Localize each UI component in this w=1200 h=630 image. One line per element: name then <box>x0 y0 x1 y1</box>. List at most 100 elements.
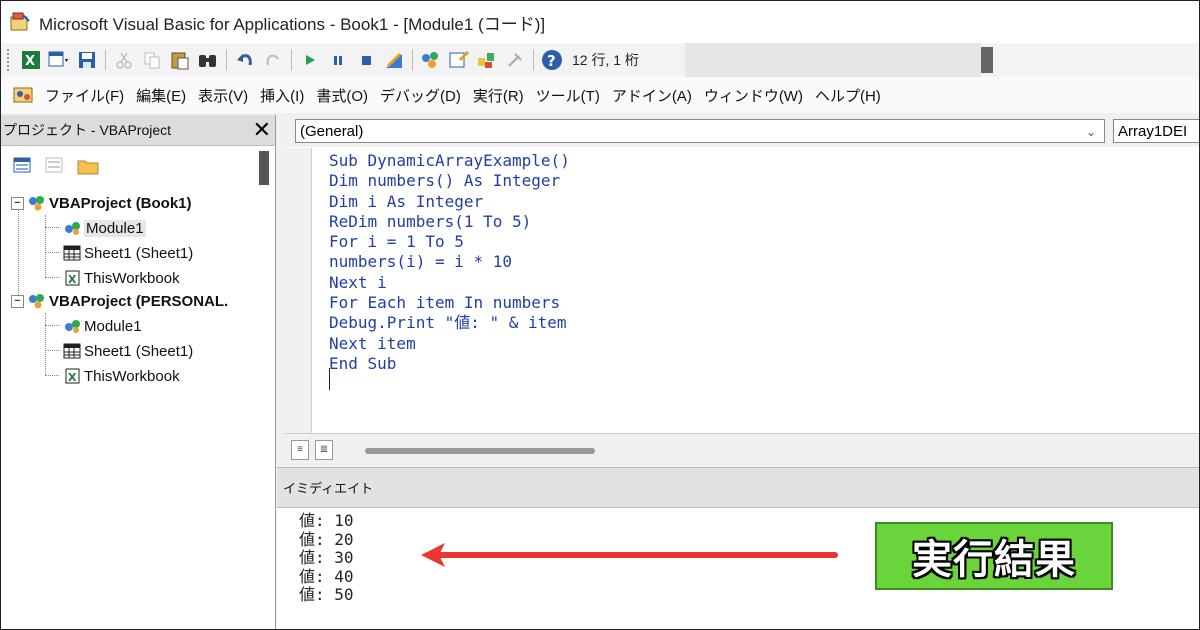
toolbox-icon[interactable] <box>504 49 526 71</box>
output-line: 値: 20 <box>299 529 354 549</box>
toolbar-overflow-dropdown[interactable] <box>259 151 269 185</box>
close-icon[interactable]: ✕ <box>253 117 271 143</box>
procedure-view-icon[interactable]: ≡ <box>291 440 309 460</box>
toggle-folders-icon[interactable] <box>77 157 99 175</box>
menu-format[interactable]: 書式(O) <box>316 85 368 106</box>
undo-icon[interactable] <box>234 49 256 71</box>
title-bar: Microsoft Visual Basic for Applications … <box>1 1 1199 43</box>
vbe-menu-icon[interactable] <box>13 85 35 105</box>
menu-addins[interactable]: アドイン(A) <box>612 85 692 106</box>
chevron-down-icon[interactable]: ⌄ <box>1086 120 1096 144</box>
tree-node-thisworkbook[interactable]: X ThisWorkbook <box>63 364 180 388</box>
module-icon <box>63 220 81 236</box>
toolbar-empty-area <box>685 43 981 77</box>
horizontal-scrollbar[interactable] <box>365 448 595 454</box>
vbaproject-icon <box>28 195 46 211</box>
full-module-view-icon[interactable]: ≣ <box>315 440 333 460</box>
collapse-icon[interactable]: − <box>11 196 24 210</box>
code-editor[interactable]: Sub DynamicArrayExample() Dim numbers() … <box>329 151 570 374</box>
menu-debug[interactable]: デバッグ(D) <box>380 85 461 106</box>
view-object-icon[interactable] <box>45 157 63 173</box>
project-explorer-icon[interactable] <box>420 49 442 71</box>
code-line[interactable]: Dim numbers() As Integer <box>329 171 570 191</box>
excel-icon[interactable]: X <box>20 49 42 71</box>
result-label: 実行結果 <box>912 538 1076 582</box>
toolbar-overflow-dropdown[interactable] <box>981 47 993 73</box>
result-badge: 実行結果 <box>875 522 1113 590</box>
code-line[interactable]: End Sub <box>329 354 570 374</box>
tree-node-sheet1[interactable]: Sheet1 (Sheet1) <box>63 339 193 363</box>
module-icon <box>63 318 81 334</box>
vba-app-icon <box>9 11 31 33</box>
code-line[interactable]: Debug.Print "値: " & item <box>329 313 570 333</box>
run-icon[interactable] <box>299 49 321 71</box>
worksheet-icon <box>63 245 81 261</box>
copy-icon[interactable] <box>141 49 163 71</box>
tree-node-thisworkbook[interactable]: X ThisWorkbook <box>63 266 180 290</box>
output-line: 値: 40 <box>299 566 354 586</box>
toolbar-separator <box>291 50 292 70</box>
properties-icon[interactable] <box>448 49 470 71</box>
reset-icon[interactable] <box>355 49 377 71</box>
output-line: 値: 30 <box>299 548 354 568</box>
code-line[interactable]: For Each item In numbers <box>329 293 570 313</box>
break-icon[interactable] <box>327 49 349 71</box>
code-line[interactable]: Next i <box>329 273 570 293</box>
view-code-icon[interactable] <box>13 157 31 173</box>
menu-help[interactable]: ヘルプ(H) <box>815 85 881 106</box>
tree-node-label: VBAProject (Book1) <box>49 194 192 212</box>
tree-node-label: Module1 <box>84 317 142 335</box>
output-line: 値: 50 <box>299 585 354 605</box>
toolbar-separator <box>226 50 227 70</box>
tree-node-vbaproject-book1[interactable]: − VBAProject (Book1) <box>11 191 192 215</box>
menu-view[interactable]: 表示(V) <box>198 85 248 106</box>
help-icon[interactable]: ? <box>541 49 563 71</box>
toolbar-separator <box>105 50 106 70</box>
tree-node-label: ThisWorkbook <box>84 269 180 287</box>
redo-icon[interactable] <box>262 49 284 71</box>
window-title: Microsoft Visual Basic for Applications … <box>39 14 546 34</box>
menu-file[interactable]: ファイル(F) <box>45 85 124 106</box>
menu-tools[interactable]: ツール(T) <box>536 85 600 106</box>
toolbar-separator <box>533 50 534 70</box>
paste-icon[interactable] <box>169 49 191 71</box>
procedure-combo[interactable]: Array1DEI <box>1113 119 1199 143</box>
toolbar-grip[interactable] <box>7 49 13 71</box>
code-line[interactable]: For i = 1 To 5 <box>329 232 570 252</box>
workbook-icon: X <box>63 270 81 286</box>
code-line[interactable]: Sub DynamicArrayExample() <box>329 151 570 171</box>
tree-node-sheet1[interactable]: Sheet1 (Sheet1) <box>63 241 193 265</box>
code-line[interactable]: ReDim numbers(1 To 5) <box>329 212 570 232</box>
design-mode-icon[interactable] <box>383 49 405 71</box>
project-explorer-toolbar <box>1 147 275 187</box>
tree-node-module1[interactable]: Module1 <box>63 314 142 338</box>
object-combo-value: (General) <box>300 123 364 140</box>
menu-bar: ファイル(F) 編集(E) 表示(V) 挿入(I) 書式(O) デバッグ(D) … <box>1 77 1199 113</box>
cut-icon[interactable] <box>113 49 135 71</box>
project-explorer-header: プロジェクト - VBAProject ✕ <box>1 115 275 146</box>
code-line[interactable]: numbers(i) = i * 10 <box>329 252 570 272</box>
code-window: (General) ⌄ Array1DEI Sub DynamicArrayEx… <box>285 115 1199 468</box>
svg-text:X: X <box>68 273 77 286</box>
tree-node-vbaproject-personal[interactable]: − VBAProject (PERSONAL. <box>11 289 228 313</box>
menu-insert[interactable]: 挿入(I) <box>260 85 304 106</box>
immediate-window-title: イミディエイト <box>283 481 374 496</box>
code-margin-indicator-bar[interactable] <box>285 148 312 448</box>
procedure-combo-value: Array1DEI <box>1118 123 1188 140</box>
object-browser-icon[interactable] <box>476 49 498 71</box>
worksheet-icon <box>63 343 81 359</box>
collapse-icon[interactable]: − <box>11 294 24 308</box>
object-combo[interactable]: (General) ⌄ <box>295 119 1105 143</box>
save-icon[interactable] <box>76 49 98 71</box>
find-icon[interactable] <box>197 49 219 71</box>
tree-node-label: ThisWorkbook <box>84 367 180 385</box>
code-line[interactable]: Next item <box>329 334 570 354</box>
menu-run[interactable]: 実行(R) <box>473 85 524 106</box>
insert-userform-icon[interactable] <box>48 49 70 71</box>
toolbar-separator <box>412 50 413 70</box>
menu-edit[interactable]: 編集(E) <box>136 85 186 106</box>
menu-window[interactable]: ウィンドウ(W) <box>704 85 803 106</box>
tree-node-label: Sheet1 (Sheet1) <box>84 244 194 262</box>
code-line[interactable]: Dim i As Integer <box>329 192 570 212</box>
tree-node-module1[interactable]: Module1 <box>63 216 146 240</box>
